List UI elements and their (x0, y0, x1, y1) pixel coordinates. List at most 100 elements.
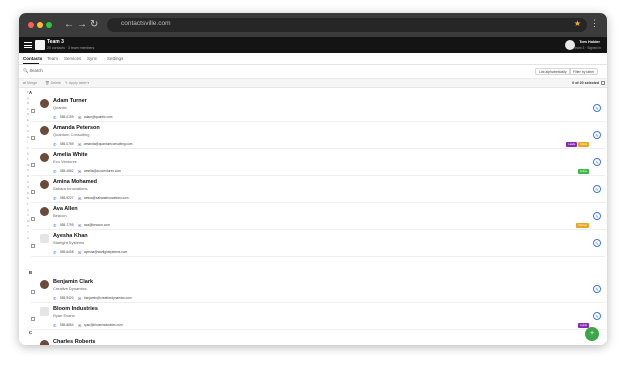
alphabet-letter[interactable]: X (27, 224, 29, 228)
contact-row[interactable]: Amina Mohamed Sahara Innovations ✆ 555-9227… (31, 177, 605, 203)
contact-email[interactable]: amelia@ecoventures.com (84, 169, 121, 173)
contact-email[interactable]: ava@beacon.com (84, 223, 110, 227)
row-checkbox[interactable] (31, 163, 35, 167)
contact-tag[interactable]: Leads (566, 142, 578, 147)
contact-row[interactable]: Amelia White Eco Ventures ✆ 555-4562 ✉ amelia… (31, 150, 605, 176)
edit-contact-button[interactable]: ✎ (593, 104, 601, 112)
row-checkbox[interactable] (31, 290, 35, 294)
team-name[interactable]: Team 3 (47, 39, 64, 45)
address-bar[interactable]: contactsville.com ★ (107, 18, 587, 32)
alphabet-letter[interactable]: Q (27, 185, 29, 189)
close-window-button[interactable] (28, 22, 34, 28)
apply-label-button[interactable]: ✎ Apply label ▾ (65, 81, 89, 85)
alphabet-letter[interactable]: U (27, 208, 29, 212)
alphabet-letter[interactable]: W (27, 219, 30, 223)
row-checkbox[interactable] (31, 136, 35, 140)
delete-button[interactable]: 🗑 Delete (45, 81, 61, 85)
contact-name[interactable]: Adam Turner (53, 98, 87, 104)
edit-contact-button[interactable]: ✎ (593, 285, 601, 293)
tab-settings[interactable]: Settings (107, 56, 123, 61)
tab-services[interactable]: Services (64, 56, 81, 61)
tab-contacts[interactable]: Contacts (23, 56, 42, 61)
alphabet-letter[interactable]: L (27, 157, 29, 161)
add-contact-button[interactable]: + (585, 327, 599, 341)
contact-name[interactable]: Amanda Peterson (53, 125, 100, 131)
merge-button[interactable]: ⇄ Merge (23, 81, 37, 85)
sort-select[interactable]: List alphabetically (535, 68, 571, 75)
contact-phone[interactable]: 555-6408 (60, 250, 73, 254)
label-filter-select[interactable]: Filter by label (569, 68, 598, 75)
alphabet-letter[interactable]: Y (27, 230, 29, 234)
row-checkbox[interactable] (31, 244, 35, 248)
contact-row[interactable]: Ava Allen Beacon ✆ 555-7799 ✉ ava@beacon.com P… (31, 204, 605, 230)
contact-tag[interactable]: Client (578, 142, 589, 147)
contact-name[interactable]: Bloom Industries (53, 306, 98, 312)
row-checkbox[interactable] (31, 217, 35, 221)
row-checkbox[interactable] (31, 109, 35, 113)
contact-email[interactable]: ayesha@starlightsystems.com (84, 250, 127, 254)
alphabet-letter[interactable]: G (27, 129, 29, 133)
contact-row[interactable]: Benjamin Clark Creative Dynamics ✆ 555-9420… (31, 277, 605, 303)
contact-name[interactable]: Benjamin Clark (53, 279, 93, 285)
reload-icon[interactable]: ↻ (90, 18, 98, 32)
contact-phone[interactable]: 555-7799 (60, 223, 73, 227)
select-all-checkbox[interactable] (601, 81, 605, 85)
alphabet-letter[interactable]: A (27, 96, 29, 100)
browser-menu-icon[interactable]: ⋮ (590, 18, 599, 29)
alphabet-letter[interactable]: P (27, 180, 29, 184)
contact-tag[interactable]: Active (577, 169, 589, 174)
contact-row[interactable]: Charles RobertsCedar Corp✎ (31, 337, 605, 345)
user-name[interactable]: Tom Holder (579, 40, 600, 44)
contact-email[interactable]: ryan@bloomindustries.com (84, 323, 123, 327)
alphabet-letter[interactable]: J (27, 146, 28, 150)
contact-email[interactable]: amina@saharainnovations.com (84, 196, 129, 200)
alphabet-letter[interactable]: B (27, 101, 29, 105)
alphabet-letter[interactable]: V (27, 213, 29, 217)
contact-name[interactable]: Amelia White (53, 152, 88, 158)
contact-email[interactable]: adam@quantix.com (84, 115, 112, 119)
edit-contact-button[interactable]: ✎ (593, 239, 601, 247)
alphabet-letter[interactable]: S (27, 196, 29, 200)
maximize-window-button[interactable] (46, 22, 52, 28)
contact-name[interactable]: Ayesha Khan (53, 233, 88, 239)
alphabet-letter[interactable]: T (27, 202, 29, 206)
alphabet-letter[interactable]: F (27, 124, 29, 128)
alphabet-letter[interactable]: I (27, 140, 28, 144)
row-checkbox[interactable] (31, 317, 35, 321)
contact-row[interactable]: Adam Turner Quantix ✆ 555-0199 ✉ adam@quantix… (31, 96, 605, 122)
alphabet-letter[interactable]: K (27, 152, 29, 156)
contact-email[interactable]: benjamin@creativedynamics.com (84, 296, 132, 300)
back-arrow-icon[interactable]: ← (64, 18, 74, 32)
contact-row[interactable]: Ayesha Khan Starlight Systems ✆ 555-6408 ✉ ay… (31, 231, 605, 257)
contact-name[interactable]: Ava Allen (53, 206, 78, 212)
contact-phone[interactable]: 555-9420 (60, 296, 73, 300)
contact-phone[interactable]: 555-4562 (60, 169, 73, 173)
contact-row[interactable]: Bloom Industries Ryan Evans ✆ 555-8654 ✉ ryan… (31, 304, 605, 330)
alphabet-letter[interactable]: R (27, 191, 29, 195)
contact-name[interactable]: Charles Roberts (53, 339, 96, 345)
alphabet-letter[interactable]: O (27, 174, 29, 178)
edit-contact-button[interactable]: ✎ (593, 212, 601, 220)
hamburger-menu-icon[interactable] (24, 42, 32, 48)
minimize-window-button[interactable] (37, 22, 43, 28)
contact-phone[interactable]: 555-9227 (60, 196, 73, 200)
contact-row[interactable]: Amanda Peterson Quantum Consulting ✆ 555-07… (31, 123, 605, 149)
forward-arrow-icon[interactable]: → (77, 18, 87, 32)
alphabet-letter[interactable]: E (27, 118, 29, 122)
contact-tag[interactable]: Partner (576, 223, 589, 228)
alphabet-letter[interactable]: H (27, 135, 29, 139)
edit-contact-button[interactable]: ✎ (593, 185, 601, 193)
contact-phone[interactable]: 555-8654 (60, 323, 73, 327)
alphabet-letter[interactable]: Z (27, 236, 29, 240)
alphabet-letter[interactable]: N (27, 168, 29, 172)
edit-contact-button[interactable]: ✎ (593, 312, 601, 320)
bookmark-star-icon[interactable]: ★ (574, 19, 581, 28)
search-input[interactable]: 🔍 Search (23, 68, 43, 74)
contact-phone[interactable]: 555-0789 (60, 142, 73, 146)
alphabet-letter[interactable]: M (27, 163, 29, 167)
tab-team[interactable]: Team (47, 56, 58, 61)
contact-phone[interactable]: 555-0199 (60, 115, 73, 119)
row-checkbox[interactable] (31, 190, 35, 194)
contact-email[interactable]: amanda@quantumconsulting.com (84, 142, 132, 146)
tab-sync[interactable]: Sync (87, 56, 97, 61)
